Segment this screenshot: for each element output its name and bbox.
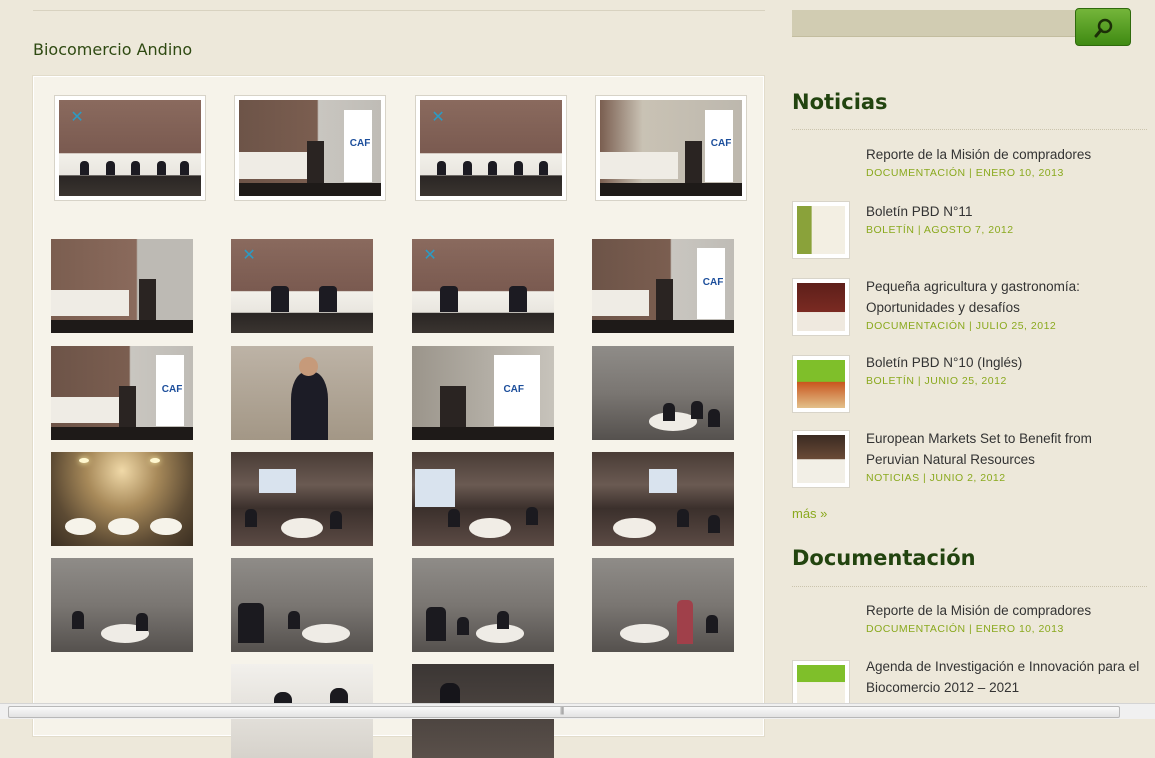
gallery-thumb[interactable]: CAF xyxy=(234,95,386,201)
news-item[interactable]: European Markets Set to Benefit from Per… xyxy=(792,428,1147,490)
news-item[interactable]: Reporte de la Misión de compradores DOCU… xyxy=(792,144,1147,184)
gallery-thumb[interactable] xyxy=(51,452,193,546)
gallery-thumb[interactable]: ✕ xyxy=(231,239,373,333)
news-meta: BOLETÍN | JUNIO 25, 2012 xyxy=(866,375,1007,387)
news-thumbnail[interactable] xyxy=(792,278,850,336)
news-meta: NOTICIAS | JUNIO 2, 2012 xyxy=(866,472,1006,484)
top-divider xyxy=(33,10,765,11)
photo-gallery: ✕ CAF ✕ CAF ✕ ✕ CAF CAF CAF xyxy=(33,76,764,758)
gallery-thumb[interactable]: ✕ xyxy=(54,95,206,201)
doc-title[interactable]: Reporte de la Misión de compradores xyxy=(866,600,1146,621)
gallery-thumb[interactable]: ✕ xyxy=(412,239,554,333)
search-icon xyxy=(1094,18,1113,38)
news-meta: DOCUMENTACIÓN | JULIO 25, 2012 xyxy=(866,320,1057,332)
news-meta: DOCUMENTACIÓN | ENERO 10, 2013 xyxy=(866,167,1064,179)
news-meta: BOLETÍN | AGOSTO 7, 2012 xyxy=(866,224,1014,236)
section-divider xyxy=(792,129,1147,130)
news-title[interactable]: Pequeña agricultura y gastronomía: Oport… xyxy=(866,276,1146,318)
gallery-thumb[interactable] xyxy=(231,558,373,652)
gallery-thumb[interactable] xyxy=(231,452,373,546)
search-input[interactable] xyxy=(792,10,1082,37)
search-button[interactable] xyxy=(1075,8,1131,46)
news-title[interactable]: Boletín PBD N°11 xyxy=(866,201,1146,222)
news-thumbnail[interactable] xyxy=(792,430,850,488)
noticias-heading: Noticias xyxy=(792,90,888,114)
gallery-thumb[interactable] xyxy=(231,346,373,440)
gallery-title: Biocomercio Andino xyxy=(33,40,193,59)
doc-title[interactable]: Agenda de Investigación e Innovación par… xyxy=(866,656,1146,698)
doc-meta: DOCUMENTACIÓN | ENERO 10, 2013 xyxy=(866,623,1064,635)
more-news-link[interactable]: más » xyxy=(792,506,827,521)
news-item[interactable]: Boletín PBD N°10 (Inglés) BOLETÍN | JUNI… xyxy=(792,352,1147,413)
gallery-thumb[interactable] xyxy=(592,452,734,546)
news-title[interactable]: Reporte de la Misión de compradores xyxy=(866,144,1146,165)
news-item[interactable]: Boletín PBD N°11 BOLETÍN | AGOSTO 7, 201… xyxy=(792,201,1147,261)
doc-item[interactable]: Reporte de la Misión de compradores DOCU… xyxy=(792,600,1147,640)
gallery-thumb[interactable] xyxy=(51,558,193,652)
gallery-thumb[interactable]: CAF xyxy=(51,346,193,440)
news-title[interactable]: European Markets Set to Benefit from Per… xyxy=(866,428,1146,470)
gallery-thumb[interactable] xyxy=(412,558,554,652)
doc-item[interactable]: Agenda de Investigación e Innovación par… xyxy=(792,656,1147,718)
gallery-thumb[interactable]: CAF xyxy=(412,346,554,440)
gallery-thumb[interactable]: CAF xyxy=(592,239,734,333)
gallery-thumb[interactable]: ✕ xyxy=(415,95,567,201)
gallery-thumb[interactable] xyxy=(592,346,734,440)
grip-icon: ||| xyxy=(560,706,564,715)
gallery-thumb[interactable]: CAF xyxy=(595,95,747,201)
gallery-thumb[interactable] xyxy=(592,558,734,652)
gallery-thumb[interactable] xyxy=(51,239,193,333)
news-thumbnail[interactable] xyxy=(792,355,850,413)
news-thumbnail[interactable] xyxy=(792,201,850,259)
documentacion-heading: Documentación xyxy=(792,546,976,570)
news-title[interactable]: Boletín PBD N°10 (Inglés) xyxy=(866,352,1146,373)
gallery-thumb[interactable] xyxy=(412,452,554,546)
horizontal-scrollbar[interactable]: ||| xyxy=(0,703,1155,719)
section-divider xyxy=(792,586,1147,587)
news-item[interactable]: Pequeña agricultura y gastronomía: Oport… xyxy=(792,276,1147,336)
scrollbar-thumb[interactable] xyxy=(8,706,1120,718)
